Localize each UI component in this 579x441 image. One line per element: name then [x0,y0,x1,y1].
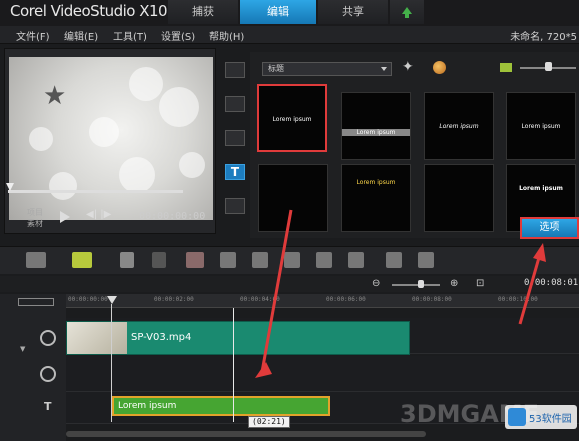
watermark-site-label: 53软件园 [529,414,572,425]
options-arrow-head [533,243,546,262]
watermark-site-badge: 53软件园 [505,405,577,429]
tutorial-arrows [255,209,546,378]
site-logo-icon [508,408,526,426]
options-arrow-line [518,253,542,325]
drag-arrow-line [260,209,293,373]
